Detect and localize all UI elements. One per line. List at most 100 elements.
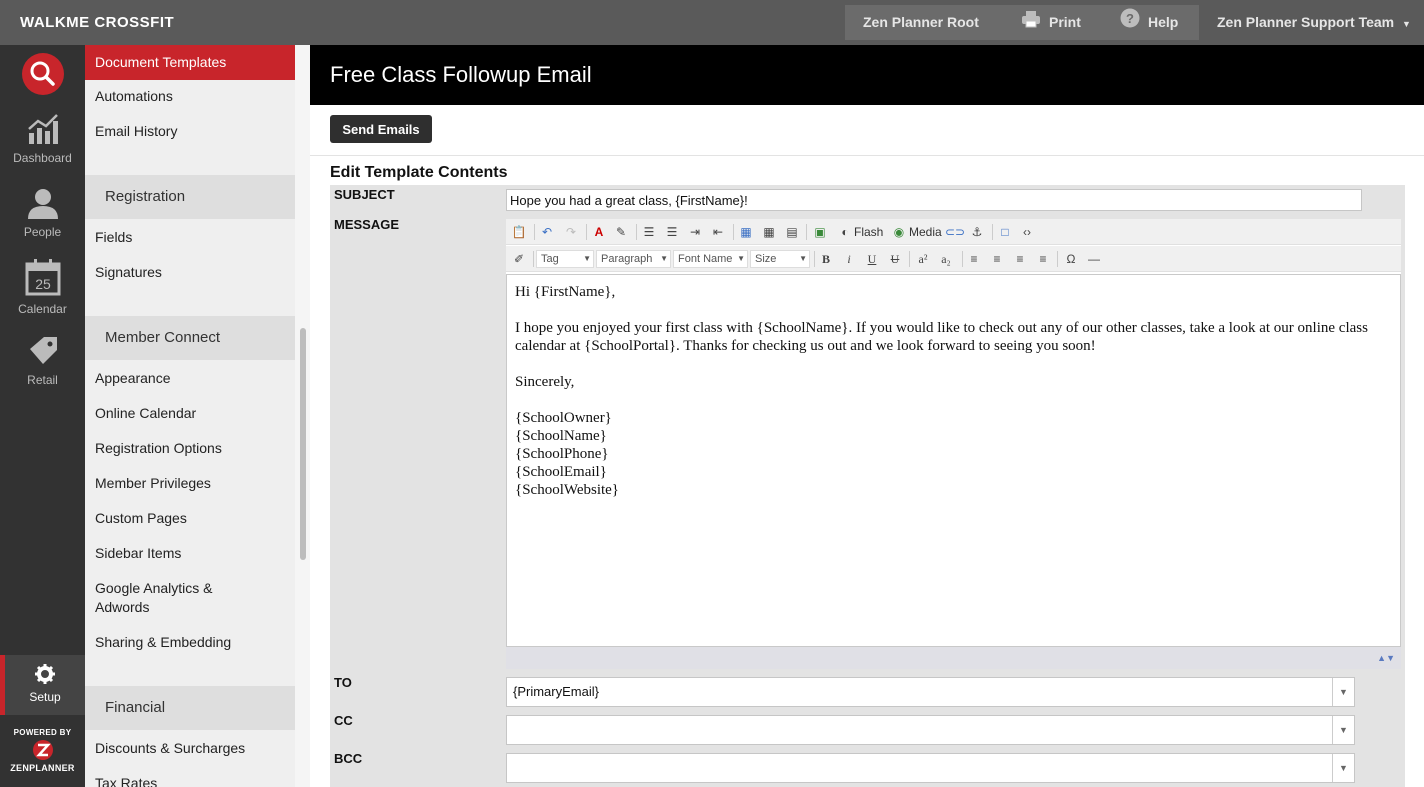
message-greeting: Hi {FirstName}, xyxy=(515,284,616,300)
print-button[interactable]: Print xyxy=(1021,5,1081,40)
special-char-icon[interactable]: Ω xyxy=(1062,250,1080,268)
calendar-icon: 25 xyxy=(25,259,60,296)
rail-retail[interactable]: Retail xyxy=(0,335,85,387)
rail-label: Setup xyxy=(29,690,61,704)
unordered-list-icon[interactable]: ☰ xyxy=(663,223,681,241)
resize-handle-icon[interactable]: ▲▼ xyxy=(1377,653,1395,663)
rail-people[interactable]: People xyxy=(0,187,85,239)
sidebar-item-appearance[interactable]: Appearance xyxy=(85,369,295,388)
preview-icon[interactable]: □ xyxy=(996,223,1014,241)
chevron-down-icon: ▼ xyxy=(1402,19,1411,29)
message-label: MESSAGE xyxy=(334,217,400,232)
message-editor: 📋 ↶ ↷ A ✎ ☰ ☰ ⇥ ⇤ ▦ ▦ ▤ ▣ ◐ Flash ◉ Medi… xyxy=(506,219,1401,669)
root-link[interactable]: Zen Planner Root xyxy=(863,5,979,40)
send-emails-button[interactable]: Send Emails xyxy=(330,115,432,143)
flash-label[interactable]: Flash xyxy=(854,223,883,241)
align-justify-icon[interactable]: ≡ xyxy=(1034,250,1052,268)
paste-icon[interactable]: 📋 xyxy=(510,223,528,241)
cc-field[interactable]: ▼ xyxy=(506,715,1355,745)
link-icon[interactable]: ⊂⊃ xyxy=(945,223,965,241)
to-field[interactable]: {PrimaryEmail} ▼ xyxy=(506,677,1355,707)
highlight-icon[interactable]: ✎ xyxy=(612,223,630,241)
bcc-field[interactable]: ▼ xyxy=(506,753,1355,783)
format-select[interactable]: Paragraph ▼ xyxy=(596,250,671,268)
rail-calendar[interactable]: 25 Calendar xyxy=(0,258,85,316)
redo-icon[interactable]: ↷ xyxy=(562,223,580,241)
sidebar-item-tax-rates[interactable]: Tax Rates xyxy=(85,774,295,787)
sidebar-item-discounts[interactable]: Discounts & Surcharges xyxy=(85,739,295,758)
dropdown-icon: ▼ xyxy=(583,254,591,263)
underline-icon[interactable]: U xyxy=(863,250,881,268)
chevron-down-icon[interactable]: ▼ xyxy=(1332,678,1354,706)
calendar-day: 25 xyxy=(35,276,51,292)
sidebar-item-google-analytics[interactable]: Google Analytics & Adwords xyxy=(85,579,235,617)
sidebar-item-fields[interactable]: Fields xyxy=(85,228,295,247)
search-icon xyxy=(30,61,55,86)
chevron-down-icon[interactable]: ▼ xyxy=(1332,716,1354,744)
subscript-icon[interactable]: a₂ xyxy=(937,250,955,268)
horizontal-rule-icon[interactable]: — xyxy=(1085,250,1103,268)
bold-icon[interactable]: B xyxy=(817,250,835,268)
bcc-label: BCC xyxy=(334,751,363,766)
table-icon[interactable]: ▦ xyxy=(737,223,755,241)
sidebar-item-automations[interactable]: Automations xyxy=(85,87,295,106)
sidebar-item-custom-pages[interactable]: Custom Pages xyxy=(85,509,295,528)
top-bar: WALKME CROSSFIT Zen Planner Root Print ?… xyxy=(0,0,1424,45)
rail-label: Calendar xyxy=(18,302,67,316)
font-select[interactable]: Font Name ▼ xyxy=(673,250,748,268)
media-icon[interactable]: ◉ xyxy=(890,223,908,241)
image-icon[interactable]: ▣ xyxy=(811,223,829,241)
sidebar-item-online-calendar[interactable]: Online Calendar xyxy=(85,404,295,423)
powered-by-text: POWERED BY xyxy=(13,728,72,737)
code-icon[interactable]: ‹› xyxy=(1018,223,1036,241)
sidebar-scroll-thumb[interactable] xyxy=(300,328,306,560)
flash-icon[interactable]: ◐ xyxy=(836,223,854,241)
media-label[interactable]: Media xyxy=(909,223,942,241)
rail-setup[interactable]: Setup xyxy=(0,655,85,715)
undo-icon[interactable]: ↶ xyxy=(538,223,556,241)
outdent-icon[interactable]: ⇤ xyxy=(709,223,727,241)
template-form: SUBJECT Hope you had a great class, {Fir… xyxy=(330,185,1405,787)
editor-toolbar-row-2: ✐ Tag ▼ Paragraph ▼ Font Name ▼ Size ▼ B i U… xyxy=(506,246,1401,272)
to-label: TO xyxy=(334,675,352,690)
align-center-icon[interactable]: ≡ xyxy=(988,250,1006,268)
rail-dashboard[interactable]: Dashboard xyxy=(0,113,85,165)
sidebar-item-sidebar-items[interactable]: Sidebar Items xyxy=(85,544,295,563)
brand-name[interactable]: WALKME CROSSFIT xyxy=(20,14,174,31)
format-painter-icon[interactable]: ✐ xyxy=(510,250,528,268)
message-body[interactable]: Hi {FirstName}, I hope you enjoyed your … xyxy=(506,274,1401,647)
sidebar-item-registration-options[interactable]: Registration Options xyxy=(85,439,295,458)
print-label: Print xyxy=(1049,14,1081,30)
strikethrough-icon[interactable]: U xyxy=(886,250,904,268)
table-edit-icon[interactable]: ▦ xyxy=(760,223,778,241)
subject-input[interactable]: Hope you had a great class, {FirstName}! xyxy=(506,189,1362,211)
anchor-icon[interactable]: ⚓ xyxy=(968,223,986,241)
chevron-down-icon[interactable]: ▼ xyxy=(1332,754,1354,782)
sidebar-item-document-templates[interactable]: Document Templates xyxy=(85,45,295,80)
sidebar-item-email-history[interactable]: Email History xyxy=(85,122,295,141)
icon-rail: Dashboard People 25 Calendar Retail Setu… xyxy=(0,45,85,787)
rail-label: Dashboard xyxy=(13,151,72,165)
italic-icon[interactable]: i xyxy=(840,250,858,268)
size-select-value: Size xyxy=(755,253,777,265)
gear-icon xyxy=(35,664,55,684)
sidebar-item-signatures[interactable]: Signatures xyxy=(85,263,295,282)
superscript-icon[interactable]: a² xyxy=(914,250,932,268)
align-right-icon[interactable]: ≡ xyxy=(1011,250,1029,268)
user-menu[interactable]: Zen Planner Support Team ▼ xyxy=(1217,14,1411,30)
table-props-icon[interactable]: ▤ xyxy=(783,223,801,241)
help-button[interactable]: ? Help xyxy=(1120,5,1178,40)
tag-select[interactable]: Tag ▼ xyxy=(536,250,594,268)
size-select[interactable]: Size ▼ xyxy=(750,250,810,268)
page-title: Free Class Followup Email xyxy=(330,62,592,87)
indent-icon[interactable]: ⇥ xyxy=(686,223,704,241)
sidebar-item-sharing-embedding[interactable]: Sharing & Embedding xyxy=(85,633,295,652)
text-color-icon[interactable]: A xyxy=(590,223,608,241)
subject-label: SUBJECT xyxy=(334,187,395,202)
sidebar-item-member-privileges[interactable]: Member Privileges xyxy=(85,474,295,493)
sidebar-section-financial: Financial xyxy=(85,686,295,730)
ordered-list-icon[interactable]: ☰ xyxy=(640,223,658,241)
align-left-icon[interactable]: ≡ xyxy=(965,250,983,268)
search-button[interactable] xyxy=(22,53,64,95)
to-value: {PrimaryEmail} xyxy=(513,684,599,699)
